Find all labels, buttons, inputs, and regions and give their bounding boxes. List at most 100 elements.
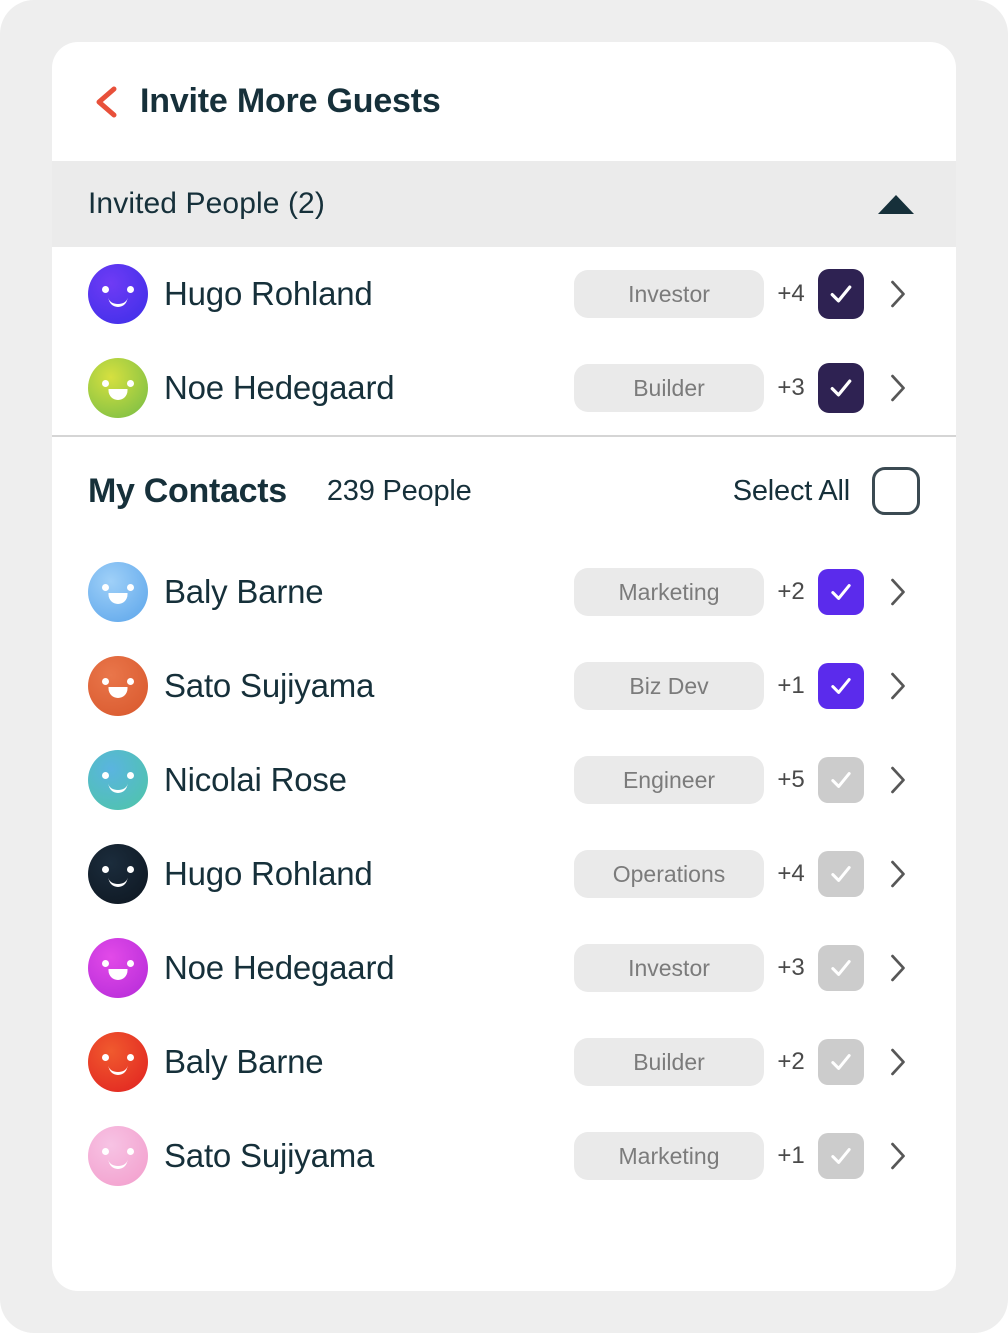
avatar-mouth (108, 389, 128, 400)
page-header: Invite More Guests (52, 42, 956, 161)
extra-tags-count[interactable]: +4 (764, 280, 818, 308)
extra-tags-count[interactable]: +3 (764, 954, 818, 982)
role-tag[interactable]: Investor (574, 270, 764, 318)
person-name: Noe Hedegaard (164, 369, 395, 406)
check-icon (831, 866, 851, 882)
role-tag[interactable]: Marketing (574, 1132, 764, 1180)
contact-row[interactable]: Baly Barne Marketing +2 (52, 545, 956, 639)
chevron-right-icon[interactable] (887, 372, 909, 404)
chevron-right-icon[interactable] (887, 670, 909, 702)
role-tag[interactable]: Investor (574, 944, 764, 992)
avatar-eye-left (102, 678, 109, 685)
role-tag[interactable]: Engineer (574, 756, 764, 804)
chevron-right-icon[interactable] (887, 858, 909, 890)
role-tag[interactable]: Builder (574, 364, 764, 412)
avatar-eye-left (102, 1148, 109, 1155)
avatar (88, 1126, 148, 1186)
chevron-right-icon[interactable] (887, 1140, 909, 1172)
avatar-mouth (108, 293, 128, 307)
invite-card: Invite More Guests Invited People (2) Hu… (52, 42, 956, 1291)
page-title: Invite More Guests (140, 82, 441, 120)
row-details-button[interactable] (876, 764, 920, 796)
select-checkbox[interactable] (818, 363, 864, 413)
role-tag[interactable]: Builder (574, 1038, 764, 1086)
role-tag[interactable]: Operations (574, 850, 764, 898)
avatar-eye-left (102, 584, 109, 591)
person-name: Sato Sujiyama (164, 1137, 375, 1174)
invited-person-row[interactable]: Hugo Rohland Investor +4 (52, 247, 956, 341)
select-all-control[interactable]: Select All (733, 467, 920, 515)
avatar (88, 264, 148, 324)
select-checkbox[interactable] (818, 1133, 864, 1179)
extra-tags-count[interactable]: +3 (764, 374, 818, 402)
select-checkbox[interactable] (818, 945, 864, 991)
row-controls: Builder +2 (574, 1038, 920, 1086)
select-checkbox[interactable] (818, 757, 864, 803)
chevron-right-icon[interactable] (887, 764, 909, 796)
avatar-mouth (108, 593, 128, 604)
extra-tags-count[interactable]: +2 (764, 1048, 818, 1076)
avatar-eye-left (102, 380, 109, 387)
select-checkbox[interactable] (818, 269, 864, 319)
row-details-button[interactable] (876, 576, 920, 608)
row-details-button[interactable] (876, 670, 920, 702)
chevron-right-icon[interactable] (887, 1046, 909, 1078)
row-controls: Engineer +5 (574, 756, 920, 804)
avatar-eye-right (127, 866, 134, 873)
row-details-button[interactable] (876, 372, 920, 404)
row-details-button[interactable] (876, 1140, 920, 1172)
select-checkbox[interactable] (818, 851, 864, 897)
person-name: Baly Barne (164, 573, 324, 610)
avatar (88, 844, 148, 904)
invited-people-header[interactable]: Invited People (2) (52, 161, 956, 247)
select-checkbox[interactable] (818, 663, 864, 709)
check-icon (830, 379, 852, 397)
row-details-button[interactable] (876, 952, 920, 984)
select-checkbox[interactable] (818, 1039, 864, 1085)
contact-row[interactable]: Nicolai Rose Engineer +5 (52, 733, 956, 827)
invited-people-label: Invited People (2) (88, 187, 325, 220)
avatar-eye-left (102, 960, 109, 967)
my-contacts-count: 239 People (326, 474, 472, 507)
extra-tags-count[interactable]: +1 (764, 1142, 818, 1170)
role-tag[interactable]: Biz Dev (574, 662, 764, 710)
check-icon (831, 678, 851, 694)
avatar-eye-left (102, 286, 109, 293)
person-name: Baly Barne (164, 1043, 324, 1080)
contact-row[interactable]: Sato Sujiyama Biz Dev +1 (52, 639, 956, 733)
check-icon (831, 772, 851, 788)
contact-row[interactable]: Noe Hedegaard Investor +3 (52, 921, 956, 1015)
extra-tags-count[interactable]: +1 (764, 672, 818, 700)
avatar-mouth (108, 687, 128, 698)
avatar-mouth (108, 1155, 128, 1169)
avatar (88, 938, 148, 998)
contact-row[interactable]: Baly Barne Builder +2 (52, 1015, 956, 1109)
select-checkbox[interactable] (818, 569, 864, 615)
avatar-eye-left (102, 772, 109, 779)
chevron-right-icon[interactable] (887, 952, 909, 984)
check-icon (830, 285, 852, 303)
collapse-toggle-button[interactable] (874, 182, 918, 226)
chevron-left-icon[interactable] (90, 85, 120, 119)
extra-tags-count[interactable]: +4 (764, 860, 818, 888)
row-details-button[interactable] (876, 278, 920, 310)
role-tag[interactable]: Marketing (574, 568, 764, 616)
my-contacts-list: Baly Barne Marketing +2 Sato Sujiyama Biz De… (52, 545, 956, 1203)
avatar-mouth (108, 779, 128, 793)
contact-row[interactable]: Hugo Rohland Operations +4 (52, 827, 956, 921)
extra-tags-count[interactable]: +2 (764, 578, 818, 606)
row-details-button[interactable] (876, 858, 920, 890)
check-icon (831, 960, 851, 976)
row-controls: Biz Dev +1 (574, 662, 920, 710)
avatar-mouth (108, 969, 128, 980)
chevron-right-icon[interactable] (887, 576, 909, 608)
invited-person-row[interactable]: Noe Hedegaard Builder +3 (52, 341, 956, 435)
contact-row[interactable]: Sato Sujiyama Marketing +1 (52, 1109, 956, 1203)
select-all-checkbox[interactable] (872, 467, 920, 515)
extra-tags-count[interactable]: +5 (764, 766, 818, 794)
my-contacts-header: My Contacts 239 People Select All (52, 437, 956, 545)
person-name: Noe Hedegaard (164, 949, 395, 986)
row-details-button[interactable] (876, 1046, 920, 1078)
person-name: Hugo Rohland (164, 855, 373, 892)
chevron-right-icon[interactable] (887, 278, 909, 310)
